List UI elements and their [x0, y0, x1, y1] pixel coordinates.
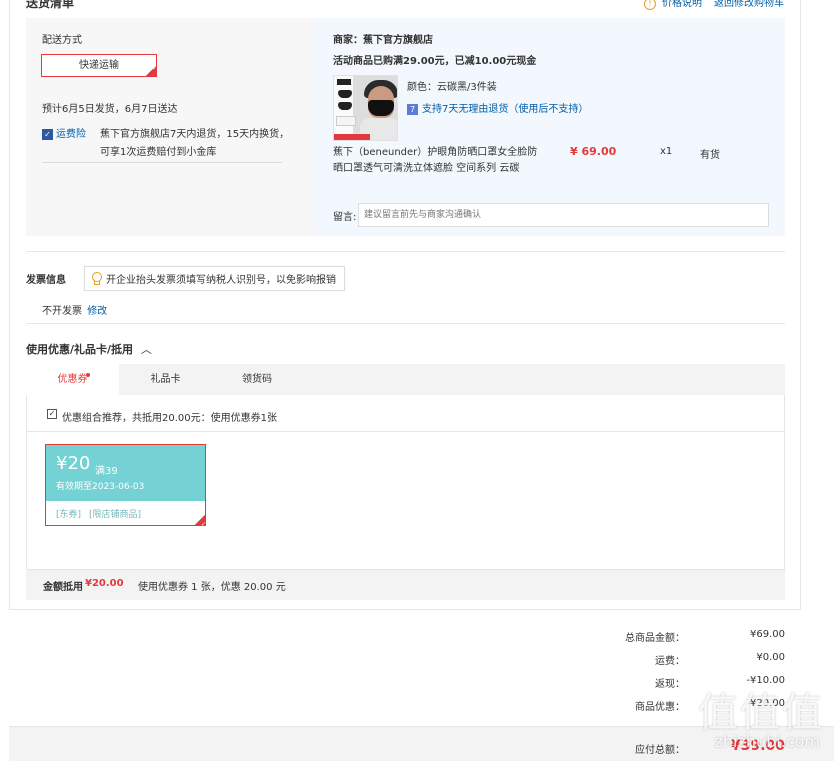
invoice-tip: 开企业抬头发票须填写纳税人识别号，以免影响报销	[84, 266, 345, 291]
freight-label: 运费：	[655, 656, 685, 667]
note-label: 留言:	[333, 212, 357, 223]
selected-check-icon	[194, 514, 206, 528]
total-goods-value: ¥69.00	[750, 629, 785, 640]
promo-line: 活动商品已购满29.00元，已减10.00元现金	[333, 56, 537, 67]
coupon-amount: ¥20	[56, 453, 91, 474]
shipping-method-label: 配送方式	[42, 35, 82, 46]
invoice-label: 发票信息	[26, 275, 66, 286]
coupon-type: [东券]	[56, 510, 82, 520]
payable-label: 应付总额：	[635, 745, 685, 756]
discount-label: 商品优惠：	[635, 702, 685, 713]
cashback-label: 返现：	[655, 679, 685, 690]
product-name-line-2[interactable]: 晒口罩透气可清洗立体遮脸 空间系列 云碳	[333, 159, 519, 174]
stock-status: 有货	[700, 150, 720, 161]
price-info-link[interactable]: ! 价格说明	[644, 0, 702, 10]
total-goods-label: 总商品金额：	[625, 633, 685, 644]
panel-divider	[27, 431, 784, 432]
note-input[interactable]	[358, 203, 769, 227]
selected-check-icon	[145, 58, 157, 79]
coupon-panel: ✓ 优惠组合推荐，共抵用20.00元：使用优惠券1张 ¥20 满39 有效期至2…	[26, 395, 785, 570]
lightbulb-icon	[91, 272, 102, 285]
watermark-url: zhizhubi.com	[714, 732, 820, 751]
insurance-label: 运费险	[56, 129, 86, 140]
section-title-shipping-list: 送货清单	[26, 0, 75, 10]
product-name-line-1[interactable]: 蕉下（beneunder）护眼角防晒口罩女全脸防	[333, 143, 537, 158]
return-policy-text: 支持7天无理由退货（使用后不支持）	[422, 104, 589, 115]
combo-checkbox[interactable]: ✓	[47, 409, 57, 419]
product-color: 颜色：云碳黑/3件装	[407, 82, 497, 93]
price-info-label: 价格说明	[662, 0, 702, 9]
discount-section-toggle[interactable]: 使用优惠/礼品卡/抵用 ︿	[26, 341, 152, 357]
watermark-logo: 值值值	[698, 690, 824, 736]
summary-amount: ¥20.00	[85, 578, 124, 589]
combo-text: 优惠组合推荐，共抵用20.00元：使用优惠券1张	[62, 413, 277, 424]
discount-section-title: 使用优惠/礼品卡/抵用	[26, 343, 134, 356]
tab-coupon[interactable]: 优惠券	[26, 364, 119, 395]
return-policy[interactable]: 7 支持7天无理由退货（使用后不支持）	[407, 100, 588, 115]
tab-pickup-code[interactable]: 领货码	[212, 364, 302, 395]
tab-gift-card[interactable]: 礼品卡	[119, 364, 212, 395]
product-thumbnail[interactable]	[333, 75, 398, 141]
discount-summary: 金额抵用 ¥20.00 使用优惠券 1 张，优惠 20.00 元	[26, 570, 785, 600]
shipping-box: 配送方式 快递运输 预计6月5日发货，6月7日送达 ✓运费险 蕉下官方旗舰店7天…	[26, 18, 785, 236]
insurance-text-1: 蕉下官方旗舰店7天内退货，15天内换货，	[100, 129, 290, 140]
invoice-value-text: 不开发票	[42, 306, 82, 317]
invoice-value: 不开发票 修改	[42, 302, 107, 317]
insurance-text-2: 可享1次运费赔付到小金库	[100, 147, 217, 158]
summary-text: 使用优惠券 1 张，优惠 20.00 元	[138, 582, 286, 593]
seven-day-return-icon: 7	[407, 103, 418, 115]
chevron-up-icon: ︿	[140, 343, 152, 356]
shop-panel: 商家：蕉下官方旗舰店 活动商品已购满29.00元，已减10.00元现金 颜色：云…	[316, 18, 785, 236]
coupon-validity: 有效期至2023-06-03	[56, 482, 145, 492]
freight-value: ¥0.00	[756, 652, 785, 663]
freight-insurance-icon: ✓	[42, 128, 53, 140]
delivery-eta: 预计6月5日发货，6月7日送达	[42, 104, 178, 115]
insurance-link[interactable]: ✓ 运费险	[42, 125, 86, 140]
invoice-tip-text: 开企业抬头发票须填写纳税人识别号，以免影响报销	[106, 275, 336, 286]
info-icon: !	[644, 0, 656, 10]
coupon-header: ¥20 满39 有效期至2023-06-03	[46, 445, 205, 501]
seller-name: 商家：蕉下官方旗舰店	[333, 35, 433, 46]
product-qty: x1	[660, 146, 673, 157]
back-to-cart-link[interactable]: 返回修改购物车	[714, 0, 784, 9]
invoice-edit-link[interactable]: 修改	[87, 306, 107, 317]
summary-label: 金额抵用	[43, 582, 83, 593]
coupon-card[interactable]: ¥20 满39 有效期至2023-06-03 [东券] [限店铺商品]	[45, 444, 206, 528]
shipping-method-option[interactable]: 快递运输	[41, 54, 157, 79]
shipping-method-value: 快递运输	[79, 60, 119, 71]
coupon-threshold: 满39	[95, 466, 118, 477]
coupon-scope: [限店铺商品]	[89, 510, 142, 520]
shipping-divider	[42, 162, 282, 163]
discount-tabs: 优惠券 礼品卡 领货码	[26, 364, 785, 395]
section-divider	[26, 251, 785, 252]
section-divider	[26, 323, 785, 324]
header-links: ! 价格说明 返回修改购物车	[644, 0, 784, 10]
product-price: ¥ 69.00	[570, 145, 617, 158]
